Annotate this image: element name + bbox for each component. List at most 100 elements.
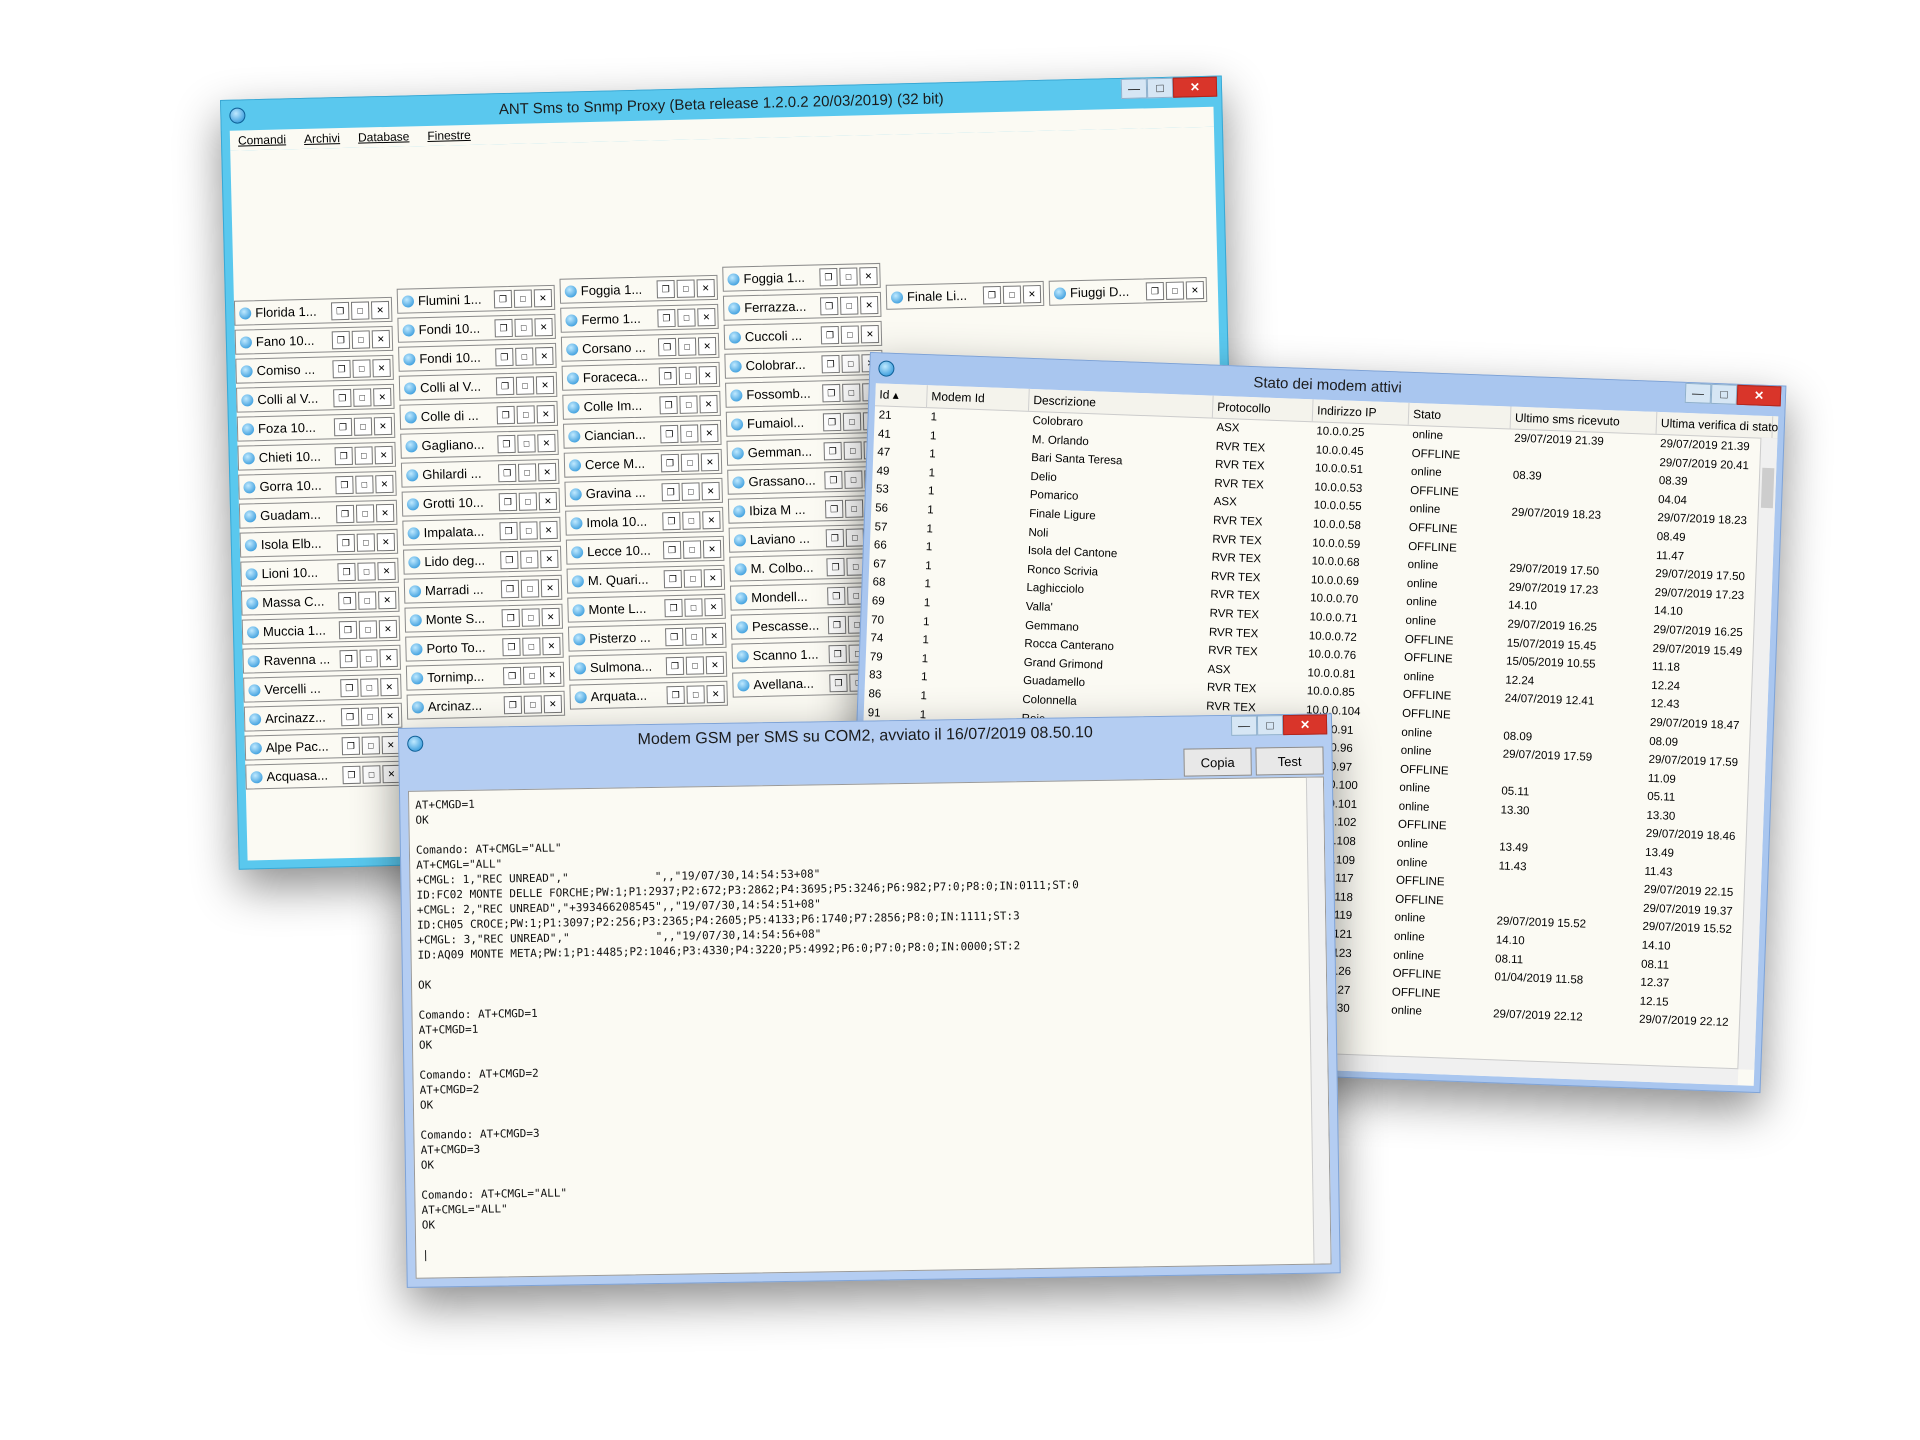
close-icon[interactable]: ✕ xyxy=(700,423,719,443)
menu-comandi[interactable]: Comandi xyxy=(238,132,286,147)
scroll-thumb[interactable] xyxy=(1760,467,1775,509)
maximize-icon[interactable]: □ xyxy=(844,470,863,489)
close-icon[interactable]: ✕ xyxy=(542,665,562,685)
minimized-window[interactable]: Porto To... ❐ □ ✕ xyxy=(405,632,564,662)
close-icon[interactable]: ✕ xyxy=(374,445,393,465)
restore-icon[interactable]: ❐ xyxy=(829,673,848,693)
close-icon[interactable]: ✕ xyxy=(543,694,563,714)
restore-icon[interactable]: ❐ xyxy=(820,296,839,316)
restore-icon[interactable]: ❐ xyxy=(663,569,683,589)
restore-icon[interactable]: ❐ xyxy=(498,492,518,512)
restore-icon[interactable]: ❐ xyxy=(342,765,361,785)
menu-database[interactable]: Database xyxy=(358,129,410,144)
maximize-icon[interactable]: □ xyxy=(685,656,705,675)
minimized-window[interactable]: Foza 10... ❐ □ ✕ xyxy=(236,412,396,442)
close-icon[interactable]: ✕ xyxy=(380,677,399,697)
maximize-icon[interactable]: □ xyxy=(681,482,700,501)
minimized-window[interactable]: Vercelli ... ❐ □ ✕ xyxy=(243,673,402,703)
minimized-window[interactable]: Comiso ... ❐ □ ✕ xyxy=(235,354,394,384)
minimized-window[interactable]: Flumini 1... ❐ □ ✕ xyxy=(396,284,556,314)
maximize-icon[interactable]: □ xyxy=(683,569,703,588)
maximize-icon[interactable]: □ xyxy=(842,383,861,402)
close-icon[interactable]: ✕ xyxy=(859,295,879,315)
close-icon[interactable]: ✕ xyxy=(702,510,721,530)
close-icon[interactable]: ✕ xyxy=(1185,281,1205,300)
restore-icon[interactable]: ❐ xyxy=(499,521,518,541)
restore-icon[interactable]: ❐ xyxy=(820,325,840,345)
minimized-window[interactable]: Grassano...❐□✕ xyxy=(727,465,886,495)
maximize-icon[interactable]: □ xyxy=(839,296,859,315)
maximize-icon[interactable]: □ xyxy=(360,678,379,697)
maximize-icon[interactable]: □ xyxy=(358,591,377,610)
close-icon[interactable]: ✕ xyxy=(378,590,397,610)
restore-icon[interactable]: ❐ xyxy=(982,285,1002,305)
console-output[interactable]: AT+CMGD=1 OK Comando: AT+CMGL="ALL" AT+C… xyxy=(407,776,1332,1279)
restore-icon[interactable]: ❐ xyxy=(493,289,513,309)
maximize-icon[interactable]: □ xyxy=(845,528,865,547)
close-icon[interactable]: ✕ xyxy=(701,481,720,501)
restore-icon[interactable]: ❐ xyxy=(338,591,357,611)
maximize-icon[interactable]: □ xyxy=(358,620,378,639)
maximize-icon[interactable]: □ xyxy=(520,550,539,569)
minimized-window[interactable]: Fondi 10... ❐ □ ✕ xyxy=(397,313,556,343)
close-icon[interactable]: ✕ xyxy=(1022,285,1042,304)
close-icon[interactable]: ✕ xyxy=(1172,76,1218,98)
minimized-window[interactable]: Grotti 10... ❐ □ ✕ xyxy=(401,487,561,517)
restore-icon[interactable]: ❐ xyxy=(338,620,358,640)
maximize-icon[interactable]: □ xyxy=(1002,285,1022,304)
close-icon[interactable]: ✕ xyxy=(705,655,725,675)
maximize-icon[interactable]: □ xyxy=(677,337,697,356)
minimized-window[interactable]: Foggia 1... ❐ □ ✕ xyxy=(722,262,881,292)
close-icon[interactable]: ✕ xyxy=(540,549,559,569)
minimized-window[interactable]: Gravina ... ❐ □ ✕ xyxy=(564,477,723,507)
close-icon[interactable]: ✕ xyxy=(378,619,398,639)
minimized-window[interactable]: Lido deg... ❐ □ ✕ xyxy=(403,545,562,575)
restore-icon[interactable]: ❐ xyxy=(828,644,847,664)
minimized-window[interactable]: Fondi 10... ❐ □ ✕ xyxy=(398,342,557,372)
maximize-icon[interactable]: □ xyxy=(514,318,533,337)
close-icon[interactable]: ✕ xyxy=(700,452,720,472)
restore-icon[interactable]: ❐ xyxy=(827,586,846,606)
minimized-window[interactable]: Chieti 10... ❐ □ ✕ xyxy=(237,441,397,471)
maximize-icon[interactable]: □ xyxy=(350,301,370,320)
restore-icon[interactable]: ❐ xyxy=(660,424,679,444)
minimized-window[interactable]: Fiuggi D... ❐ □ ✕ xyxy=(1048,276,1208,306)
minimized-window[interactable]: Colle di ... ❐ □ ✕ xyxy=(399,400,559,430)
close-icon[interactable]: ✕ xyxy=(376,532,396,552)
minimized-window[interactable]: Gorra 10... ❐ □ ✕ xyxy=(238,470,397,500)
maximize-icon[interactable]: □ xyxy=(517,434,536,453)
maximize-icon[interactable]: □ xyxy=(357,562,376,581)
restore-icon[interactable]: ❐ xyxy=(500,550,519,570)
restore-icon[interactable]: ❐ xyxy=(334,446,353,466)
restore-icon[interactable]: ❐ xyxy=(497,463,517,483)
maximize-icon[interactable]: □ xyxy=(680,453,700,472)
maximize-icon[interactable]: □ xyxy=(359,649,378,668)
minimized-window[interactable]: Imola 10... ❐ □ ✕ xyxy=(565,506,724,536)
col-stato-header[interactable]: Stato xyxy=(1408,402,1512,429)
maximize-icon[interactable]: □ xyxy=(353,388,372,407)
restore-icon[interactable]: ❐ xyxy=(494,318,513,338)
close-icon[interactable]: ✕ xyxy=(706,684,725,704)
maximize-icon[interactable]: □ xyxy=(356,533,376,552)
minimized-window[interactable]: Gemman...❐□✕ xyxy=(726,436,886,466)
close-icon[interactable]: ✕ xyxy=(860,324,880,344)
minimized-window[interactable]: Foggia 1... ❐ □ ✕ xyxy=(559,274,719,304)
maximize-icon[interactable]: □ xyxy=(840,325,860,344)
maximize-icon[interactable]: □ xyxy=(362,765,381,784)
test-button[interactable]: Test xyxy=(1255,746,1324,776)
minimized-window[interactable]: Fermo 1... ❐ □ ✕ xyxy=(560,303,719,333)
restore-icon[interactable]: ❐ xyxy=(822,412,842,432)
maximize-icon[interactable]: □ xyxy=(355,475,374,494)
restore-icon[interactable]: ❐ xyxy=(335,504,355,524)
close-icon[interactable]: ✕ xyxy=(375,474,394,494)
restore-icon[interactable]: ❐ xyxy=(330,301,350,321)
maximize-icon[interactable]: □ xyxy=(680,424,699,443)
close-icon[interactable]: ✕ xyxy=(375,503,395,523)
restore-icon[interactable]: ❐ xyxy=(657,337,677,357)
restore-icon[interactable]: ❐ xyxy=(331,330,351,350)
restore-icon[interactable]: ❐ xyxy=(827,615,847,635)
close-icon[interactable]: ✕ xyxy=(372,358,391,378)
close-icon[interactable]: ✕ xyxy=(537,462,557,482)
close-icon[interactable]: ✕ xyxy=(540,578,560,598)
minimized-window[interactable]: Ciancian... ❐ □ ✕ xyxy=(563,419,722,449)
